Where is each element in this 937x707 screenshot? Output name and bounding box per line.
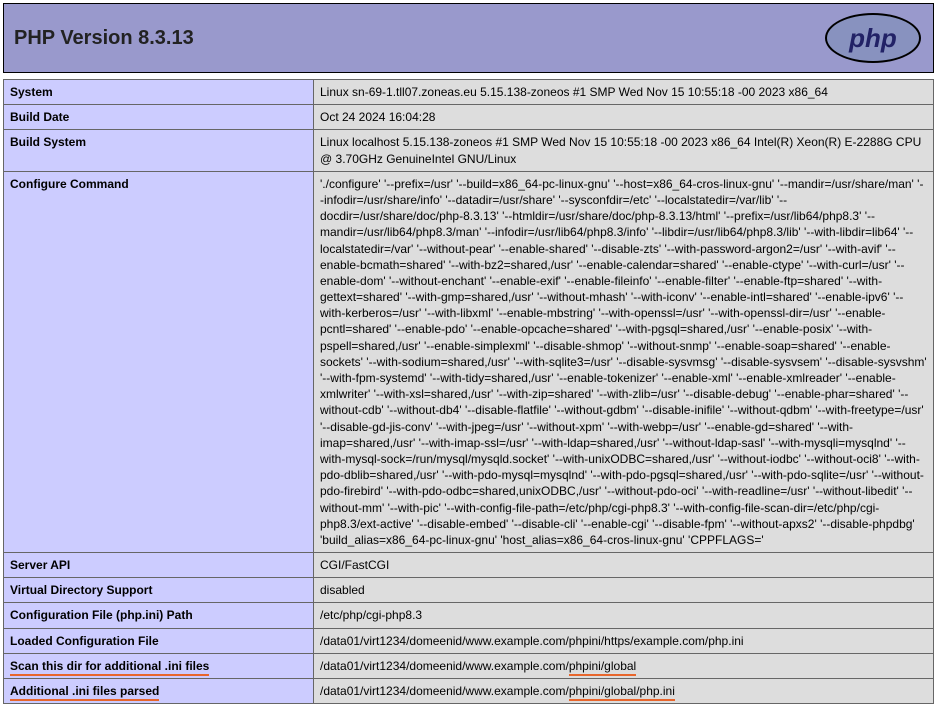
label-config-file-path: Configuration File (php.ini) Path (4, 603, 314, 628)
row-loaded-config-file: Loaded Configuration File /data01/virt12… (4, 628, 934, 653)
row-system: System Linux sn-69-1.tll07.zoneas.eu 5.1… (4, 80, 934, 105)
row-configure-command: Configure Command './configure' '--prefi… (4, 171, 934, 552)
value-additional-ini-highlight: phpini/global/php.ini (569, 684, 675, 701)
page-title: PHP Version 8.3.13 (14, 27, 194, 50)
row-server-api: Server API CGI/FastCGI (4, 553, 934, 578)
label-scan-dir-text: Scan this dir for additional .ini files (10, 659, 209, 676)
label-additional-ini: Additional .ini files parsed (4, 679, 314, 704)
value-configure-command: './configure' '--prefix=/usr' '--build=x… (314, 171, 934, 552)
row-build-date: Build Date Oct 24 2024 16:04:28 (4, 105, 934, 130)
label-server-api: Server API (4, 553, 314, 578)
label-loaded-config-file: Loaded Configuration File (4, 628, 314, 653)
value-scan-dir: /data01/virt1234/domeenid/www.example.co… (314, 653, 934, 678)
value-additional-ini-prefix: /data01/virt1234/domeenid/www.example.co… (320, 684, 569, 698)
value-build-system: Linux localhost 5.15.138-zoneos #1 SMP W… (314, 130, 934, 171)
row-config-file-path: Configuration File (php.ini) Path /etc/p… (4, 603, 934, 628)
svg-text:php: php (848, 23, 897, 53)
value-virtual-directory-support: disabled (314, 578, 934, 603)
php-logo-icon: php (823, 12, 923, 64)
row-additional-ini: Additional .ini files parsed /data01/vir… (4, 679, 934, 704)
value-build-date: Oct 24 2024 16:04:28 (314, 105, 934, 130)
value-scan-dir-highlight: phpini/global (569, 659, 636, 676)
value-system: Linux sn-69-1.tll07.zoneas.eu 5.15.138-z… (314, 80, 934, 105)
value-scan-dir-prefix: /data01/virt1234/domeenid/www.example.co… (320, 659, 569, 673)
value-additional-ini: /data01/virt1234/domeenid/www.example.co… (314, 679, 934, 704)
label-configure-command: Configure Command (4, 171, 314, 552)
page-header: PHP Version 8.3.13 php (3, 3, 934, 73)
value-config-file-path: /etc/php/cgi-php8.3 (314, 603, 934, 628)
row-virtual-directory-support: Virtual Directory Support disabled (4, 578, 934, 603)
row-scan-dir: Scan this dir for additional .ini files … (4, 653, 934, 678)
label-build-system: Build System (4, 130, 314, 171)
label-build-date: Build Date (4, 105, 314, 130)
value-loaded-config-file: /data01/virt1234/domeenid/www.example.co… (314, 628, 934, 653)
phpinfo-table: System Linux sn-69-1.tll07.zoneas.eu 5.1… (3, 79, 934, 704)
label-system: System (4, 80, 314, 105)
label-virtual-directory-support: Virtual Directory Support (4, 578, 314, 603)
label-scan-dir: Scan this dir for additional .ini files (4, 653, 314, 678)
label-additional-ini-text: Additional .ini files parsed (10, 684, 159, 701)
value-server-api: CGI/FastCGI (314, 553, 934, 578)
row-build-system: Build System Linux localhost 5.15.138-zo… (4, 130, 934, 171)
